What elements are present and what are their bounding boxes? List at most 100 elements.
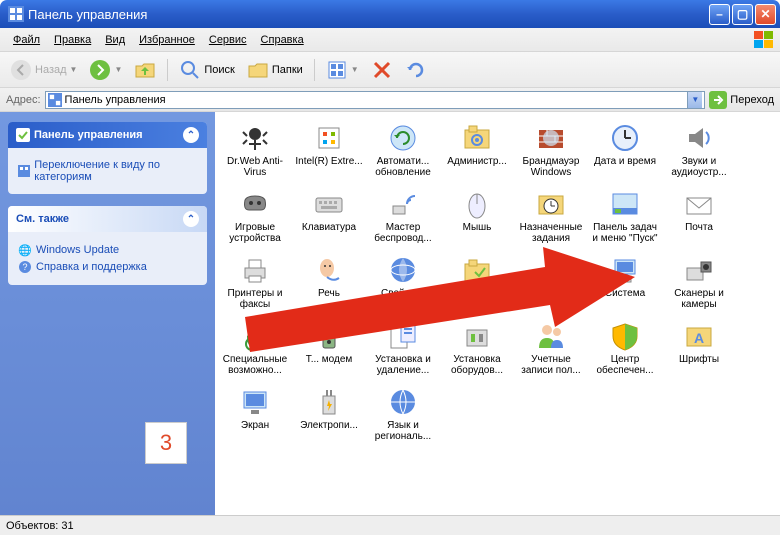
- users-icon: [535, 320, 567, 352]
- main-area: Панель управления ⌃ Переключение к виду …: [0, 112, 780, 515]
- separator: [314, 59, 315, 81]
- sidebar-link-switch-view[interactable]: Переключение к виду по категориям: [18, 159, 197, 183]
- folderopt-icon: [461, 254, 493, 286]
- panel-seealso: См. также ⌃ 🌐 Windows Update ? Справка и…: [8, 206, 207, 285]
- cpl-item-keyboard[interactable]: Клавиатура: [293, 186, 365, 246]
- address-field[interactable]: Панель управления ▼: [45, 91, 706, 109]
- panel-control-header[interactable]: Панель управления ⌃: [8, 122, 207, 148]
- windows-flag-icon: [754, 31, 774, 49]
- switch-icon: [18, 164, 30, 178]
- cpl-item-admin[interactable]: Администр...: [441, 120, 513, 180]
- cpl-item-label: Звуки и аудиоустр...: [664, 156, 734, 178]
- menu-favorites[interactable]: Избранное: [135, 32, 199, 48]
- status-objects: Объектов: 31: [6, 520, 74, 532]
- cpl-item-hardware[interactable]: Установка оборудов...: [441, 318, 513, 378]
- cpl-item-sound[interactable]: Звуки и аудиоустр...: [663, 120, 735, 180]
- cpl-item-label: Автомати... обновление: [368, 156, 438, 178]
- access-icon: [239, 320, 271, 352]
- panel-seealso-header[interactable]: См. также ⌃: [8, 206, 207, 232]
- forward-button[interactable]: ▼: [85, 57, 126, 83]
- address-label: Адрес:: [6, 94, 41, 106]
- menu-file[interactable]: Файл: [9, 32, 44, 48]
- system-icon: [609, 254, 641, 286]
- printers-icon: [239, 254, 271, 286]
- scheduled-icon: [535, 188, 567, 220]
- cpl-item-label: Почта: [664, 222, 734, 233]
- cpl-item-fonts[interactable]: AШрифты: [663, 318, 735, 378]
- back-button[interactable]: Назад ▼: [6, 57, 81, 83]
- undo-button[interactable]: [401, 57, 431, 83]
- phone-icon: [313, 320, 345, 352]
- cpl-item-power[interactable]: Электропи...: [293, 384, 365, 444]
- security-icon: [609, 320, 641, 352]
- cpl-item-label: Брандмауэр Windows: [516, 156, 586, 178]
- views-button[interactable]: ▼: [322, 57, 363, 83]
- cpl-item-label: Игровые устройства: [220, 222, 290, 244]
- menu-tools[interactable]: Сервис: [205, 32, 251, 48]
- window-buttons: – ▢ ✕: [709, 4, 776, 25]
- firewall-icon: [535, 122, 567, 154]
- power-icon: [313, 386, 345, 418]
- keyboard-icon: [313, 188, 345, 220]
- cpl-item-access[interactable]: Специальные возможно...: [219, 318, 291, 378]
- cpl-item-display[interactable]: Экран: [219, 384, 291, 444]
- cpl-item-scanners[interactable]: Сканеры и камеры: [663, 252, 735, 312]
- cpl-item-drweb[interactable]: Dr.Web Anti-Virus: [219, 120, 291, 180]
- sidebar-link-help[interactable]: ? Справка и поддержка: [18, 260, 197, 274]
- cpl-item-users[interactable]: Учетные записи пол...: [515, 318, 587, 378]
- cpl-item-firewall[interactable]: Брандмауэр Windows: [515, 120, 587, 180]
- hidden1-icon: [535, 254, 567, 286]
- cpl-item-label: Назначенные задания: [516, 222, 586, 244]
- up-button[interactable]: [130, 57, 160, 83]
- cpl-item-label: Свойства па...: [442, 288, 512, 299]
- sidebar: Панель управления ⌃ Переключение к виду …: [0, 112, 215, 515]
- cpl-item-taskbar[interactable]: Панель задач и меню "Пуск": [589, 186, 661, 246]
- globe-icon: 🌐: [18, 243, 32, 257]
- maximize-button[interactable]: ▢: [732, 4, 753, 25]
- cpl-item-label: Сканеры и камеры: [664, 288, 734, 310]
- drweb-icon: [239, 122, 271, 154]
- statusbar: Объектов: 31: [0, 515, 780, 535]
- sidebar-link-windows-update[interactable]: 🌐 Windows Update: [18, 243, 197, 257]
- cpl-item-security[interactable]: Центр обеспечен...: [589, 318, 661, 378]
- cpl-item-label: Дата и время: [590, 156, 660, 167]
- cpl-item-mouse[interactable]: Мышь: [441, 186, 513, 246]
- cpl-item-label: Свойства обозревателя: [368, 288, 438, 310]
- cpl-item-addremove[interactable]: Установка и удаление...: [367, 318, 439, 378]
- cpl-item-phone[interactable]: Т... модем: [293, 318, 365, 378]
- delete-x-icon: [371, 59, 393, 81]
- menu-view[interactable]: Вид: [101, 32, 129, 48]
- cpl-item-wireless[interactable]: Мастер беспровод...: [367, 186, 439, 246]
- cpl-item-intel[interactable]: Intel(R) Extre...: [293, 120, 365, 180]
- cpl-item-speech[interactable]: Речь: [293, 252, 365, 312]
- search-button[interactable]: Поиск: [175, 57, 238, 83]
- menu-edit[interactable]: Правка: [50, 32, 95, 48]
- menubar: Файл Правка Вид Избранное Сервис Справка: [0, 28, 780, 52]
- cpl-item-mail[interactable]: Почта: [663, 186, 735, 246]
- fonts-icon: A: [683, 320, 715, 352]
- separator: [167, 59, 168, 81]
- cpl-item-gamectrl[interactable]: Игровые устройства: [219, 186, 291, 246]
- cpl-item-browseropt[interactable]: Свойства обозревателя: [367, 252, 439, 312]
- cpl-item-scheduled[interactable]: Назначенные задания: [515, 186, 587, 246]
- cpl-item-regional[interactable]: Язык и региональ...: [367, 384, 439, 444]
- addressbar: Адрес: Панель управления ▼ Переход: [0, 88, 780, 112]
- folder-up-icon: [134, 59, 156, 81]
- delete-button[interactable]: [367, 57, 397, 83]
- cpl-item-system[interactable]: Система: [589, 252, 661, 312]
- go-button[interactable]: Переход: [709, 91, 774, 109]
- taskbar-icon: [609, 188, 641, 220]
- cpl-item-folderopt[interactable]: Свойства па...: [441, 252, 513, 312]
- gamectrl-icon: [239, 188, 271, 220]
- cpl-item-printers[interactable]: Принтеры и факсы: [219, 252, 291, 312]
- chevron-up-icon[interactable]: ⌃: [183, 127, 199, 143]
- folders-button[interactable]: Папки: [243, 57, 307, 83]
- cpl-item-hidden1[interactable]: [515, 252, 587, 312]
- close-button[interactable]: ✕: [755, 4, 776, 25]
- cpl-item-datetime[interactable]: Дата и время: [589, 120, 661, 180]
- chevron-up-icon[interactable]: ⌃: [183, 211, 199, 227]
- address-dropdown[interactable]: ▼: [687, 92, 702, 108]
- minimize-button[interactable]: –: [709, 4, 730, 25]
- cpl-item-autoupdate[interactable]: Автомати... обновление: [367, 120, 439, 180]
- menu-help[interactable]: Справка: [257, 32, 308, 48]
